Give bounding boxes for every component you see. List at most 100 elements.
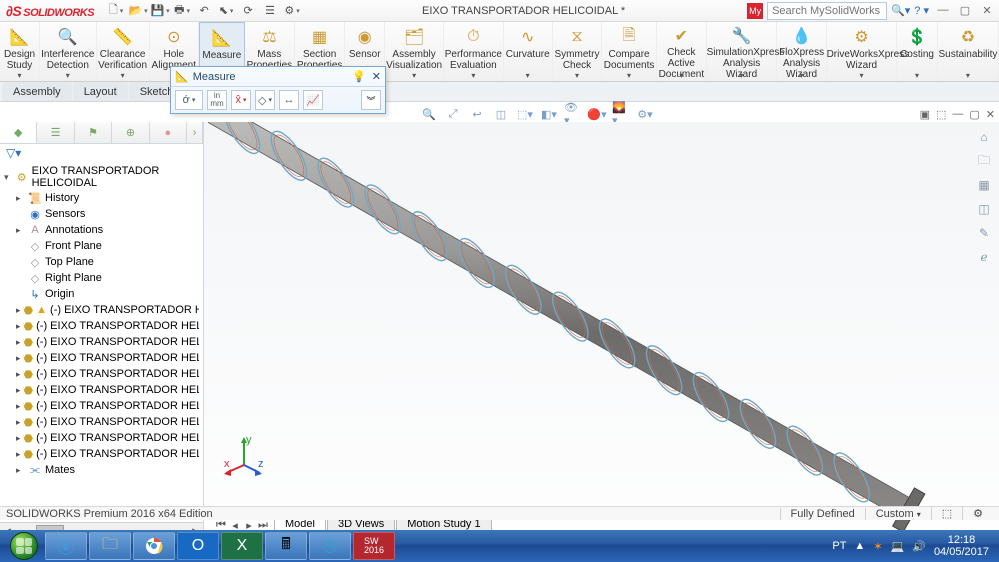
measure-expand-icon[interactable]: ︾	[361, 90, 381, 110]
rebuild-icon[interactable]: ⟳	[240, 3, 256, 19]
select-icon[interactable]: ⬉	[218, 3, 234, 19]
fm-part-item[interactable]: ▸⬣(-) EIXO TRANSPORTADOR HELICO	[16, 366, 199, 382]
tb-explorer-icon[interactable]: 🗀	[89, 532, 131, 560]
ribbon-symmetry-check[interactable]: ⧖SymmetryCheck▾	[553, 22, 603, 81]
tray-network-icon[interactable]: 💻	[891, 540, 905, 553]
minimize-icon[interactable]: —	[935, 4, 951, 17]
fm-item-sensors[interactable]: ◉Sensors	[16, 206, 199, 222]
measure-help-icon[interactable]: 💡	[352, 70, 366, 83]
tb-app-icon[interactable]: ◷	[309, 532, 351, 560]
ribbon-costing[interactable]: 💲Costing▾	[897, 22, 938, 81]
view-settings-icon[interactable]: ⚙▾	[636, 105, 654, 123]
tray-flag-icon[interactable]: ▲	[854, 540, 865, 552]
fm-filter[interactable]: ▽▾	[0, 144, 203, 162]
tray-clock[interactable]: 12:18 04/05/2017	[934, 534, 989, 558]
tray-runner-icon[interactable]: ✶	[873, 540, 882, 553]
tb-calc-icon[interactable]: 🖩	[265, 532, 307, 560]
view-orient-icon[interactable]: ⬚▾	[516, 105, 534, 123]
measure-arc-mode-icon[interactable]: ớ	[175, 90, 203, 110]
hide-show-icon[interactable]: 👁▾	[564, 105, 582, 123]
status-mode[interactable]: Custom ▾	[865, 508, 931, 520]
taskpane-3-icon[interactable]: ▦	[975, 176, 993, 194]
fm-part-item[interactable]: ▸⬣(-) EIXO TRANSPORTADOR HELICO	[16, 414, 199, 430]
fm-part-item[interactable]: ▸⬣(-) EIXO TRANSPORTADOR HELICO	[16, 430, 199, 446]
fm-part-item[interactable]: ▸⬣(-) EIXO TRANSPORTADOR HELICO	[16, 334, 199, 350]
status-gear-icon[interactable]: ⚙	[962, 507, 993, 520]
search-icon[interactable]: 🔍▾	[891, 4, 910, 17]
save-icon[interactable]: 💾	[152, 3, 168, 19]
ribbon-simulationxpress-analysis-wizard[interactable]: 🔧SimulationXpressAnalysis Wizard▾	[707, 22, 777, 81]
prev-view-icon[interactable]: ↩	[468, 105, 486, 123]
fm-item-history[interactable]: ▸📜History	[16, 190, 199, 206]
fm-tab-prop-icon[interactable]: ☰	[37, 122, 74, 143]
fm-item-origin[interactable]: ↳Origin	[16, 286, 199, 302]
measure-history-icon[interactable]: 📈	[303, 90, 323, 110]
tb-outlook-icon[interactable]: O	[177, 532, 219, 560]
measure-pt-icon[interactable]: ↔	[279, 90, 299, 110]
undo-icon[interactable]: ↶	[196, 3, 212, 19]
zoom-area-icon[interactable]: ⤢	[444, 105, 462, 123]
expand-icon[interactable]: ▸	[16, 465, 25, 476]
measure-units-icon[interactable]: in mm	[207, 90, 227, 110]
taskpane-4-icon[interactable]: ◫	[975, 200, 993, 218]
fm-tab-more-icon[interactable]: ›	[187, 122, 203, 143]
measure-pin-icon[interactable]: ✕	[372, 70, 381, 83]
zoom-fit-icon[interactable]: 🔍	[420, 105, 438, 123]
fm-item-right-plane[interactable]: ◇Right Plane	[16, 270, 199, 286]
expand-icon[interactable]: ▸	[16, 417, 21, 428]
fm-item-annotations[interactable]: ▸AAnnotations	[16, 222, 199, 238]
expand-icon[interactable]: ▸	[16, 369, 21, 380]
ribbon-design-study[interactable]: 📐DesignStudy▾	[0, 22, 40, 81]
ribbon-check-active-document[interactable]: ✔CheckActiveDocument▾	[657, 22, 707, 81]
ribbon-assembly-visualization[interactable]: 🗂AssemblyVisualization▾	[385, 22, 444, 81]
help-icon[interactable]: ? ▾	[914, 4, 929, 17]
restore-icon[interactable]: ▢	[957, 4, 973, 17]
display-style-icon[interactable]: ◧▾	[540, 105, 558, 123]
fm-part-item[interactable]: ▸⬣(-) EIXO TRANSPORTADOR HELICO	[16, 382, 199, 398]
ribbon-driveworksxpress-wizard[interactable]: ⚙DriveWorksXpressWizard▾	[827, 22, 897, 81]
mdi-misc2-icon[interactable]: ⬚	[936, 108, 946, 121]
fm-root-node[interactable]: ▾ ⚙ EIXO TRANSPORTADOR HELICOIDAL	[4, 164, 199, 190]
fm-item-top-plane[interactable]: ◇Top Plane	[16, 254, 199, 270]
expand-icon[interactable]: ▸	[16, 337, 21, 348]
ribbon-sustainability[interactable]: ♻Sustainability▾	[938, 22, 999, 81]
mdi-minimize-icon[interactable]: —	[952, 108, 963, 121]
fm-tab-config-icon[interactable]: ⚑	[75, 122, 112, 143]
expand-icon[interactable]: ▸	[16, 321, 21, 332]
open-doc-icon[interactable]: 📂	[130, 3, 146, 19]
print-icon[interactable]: 🖶	[174, 3, 190, 19]
status-opt-icon[interactable]: ⬚	[931, 507, 962, 520]
mdi-restore-icon[interactable]: ▢	[969, 108, 979, 121]
taskpane-1-icon[interactable]: ⌂	[975, 128, 993, 146]
ribbon-floxpress-analysis-wizard[interactable]: 💧FloXpressAnalysisWizard▾	[777, 22, 827, 81]
expand-icon[interactable]: ▸	[16, 353, 21, 364]
expand-icon[interactable]: ▸	[16, 385, 21, 396]
collapse-icon[interactable]: ▾	[4, 172, 12, 183]
options-list-icon[interactable]: ☰	[262, 3, 278, 19]
expand-icon[interactable]: ▸	[16, 193, 25, 204]
measure-panel[interactable]: 📐 Measure 💡 ✕ ớ in mm x̂ ◇ ↔ 📈 ︾	[170, 66, 386, 114]
fm-item-front-plane[interactable]: ◇Front Plane	[16, 238, 199, 254]
new-doc-icon[interactable]: 🗋	[108, 3, 124, 19]
mdi-misc1-icon[interactable]: ▣	[920, 108, 930, 121]
tab-assembly[interactable]: Assembly	[2, 82, 72, 101]
mdi-close-icon[interactable]: ✕	[986, 108, 995, 121]
close-icon[interactable]: ✕	[979, 4, 995, 17]
tb-solidworks-icon[interactable]: SW2016	[353, 532, 395, 560]
tb-ie-icon[interactable]: ⓔ	[45, 532, 87, 560]
section-view-icon[interactable]: ◫	[492, 105, 510, 123]
ribbon-performance-evaluation[interactable]: ⏱PerformanceEvaluation▾	[444, 22, 504, 81]
fm-mates[interactable]: ▸ ⫘ Mates	[16, 462, 199, 478]
fm-part-item[interactable]: ▸⬣(-) EIXO TRANSPORTADOR HELICO	[16, 318, 199, 334]
fm-part-item[interactable]: ▸⬣▲(-) EIXO TRANSPORTADOR HEL	[16, 302, 199, 318]
search-input[interactable]	[767, 2, 887, 20]
fm-part-item[interactable]: ▸⬣(-) EIXO TRANSPORTADOR HELICO	[16, 398, 199, 414]
fm-part-item[interactable]: ▸⬣(-) EIXO TRANSPORTADOR HELICO	[16, 350, 199, 366]
ribbon-interference-detection[interactable]: 🔍InterferenceDetection▾	[40, 22, 97, 81]
taskpane-6-icon[interactable]: ℯ	[975, 248, 993, 266]
measure-xyz-icon[interactable]: x̂	[231, 90, 251, 110]
fm-tab-display-icon[interactable]: ⊕	[112, 122, 149, 143]
appearance-icon[interactable]: 🔴▾	[588, 105, 606, 123]
expand-icon[interactable]: ▸	[16, 305, 21, 316]
expand-icon[interactable]: ▸	[16, 401, 21, 412]
